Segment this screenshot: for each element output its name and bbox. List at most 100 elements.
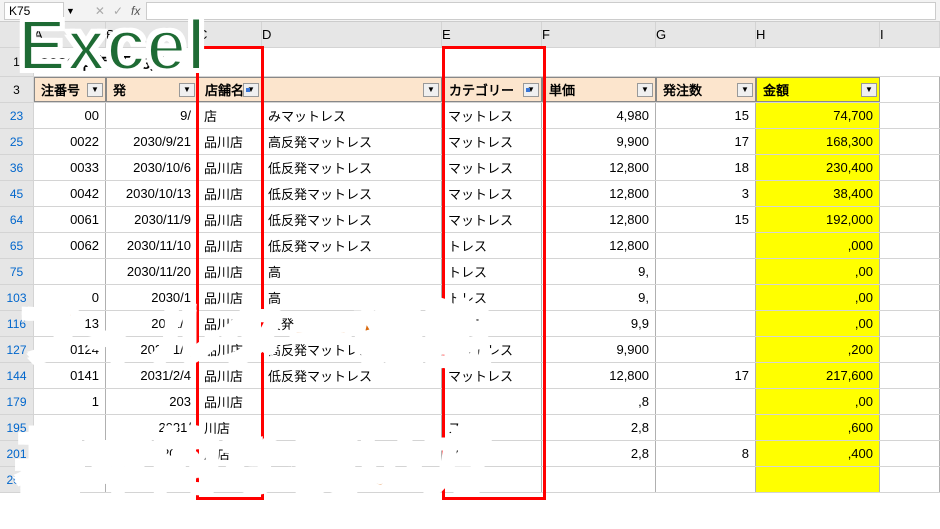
cell-order-no[interactable]: 1 (34, 389, 106, 414)
cell-date[interactable]: 2030/9/21 (106, 129, 198, 154)
name-box[interactable]: K75 (4, 2, 64, 20)
cell-product[interactable] (262, 467, 442, 492)
cell-amount[interactable]: ,400 (756, 441, 880, 466)
cell-category[interactable]: マットレス (442, 337, 542, 362)
filter-dropdown-icon[interactable]: ▼ (637, 83, 653, 97)
cell-category[interactable]: トレス (442, 259, 542, 284)
cell-store[interactable] (198, 467, 262, 492)
cell-product[interactable]: 低反発マットレス (262, 233, 442, 258)
namebox-dropdown-icon[interactable]: ▼ (66, 6, 75, 16)
cell-store[interactable]: 品川店 (198, 181, 262, 206)
col-header-g[interactable]: G (656, 22, 756, 47)
cell[interactable] (880, 415, 940, 440)
cell-price[interactable]: 12,800 (542, 363, 656, 388)
cell-date[interactable]: 2031 (106, 441, 198, 466)
cell[interactable] (880, 233, 940, 258)
col-header-i[interactable]: I (880, 22, 940, 47)
filter-dropdown-icon[interactable]: ▼ (179, 83, 195, 97)
cell[interactable] (880, 467, 940, 492)
cell-qty[interactable] (656, 389, 756, 414)
col-header-h[interactable]: H (756, 22, 880, 47)
cell[interactable] (880, 285, 940, 310)
cell[interactable] (880, 363, 940, 388)
row-header[interactable]: 116 (0, 311, 34, 336)
col-header-c[interactable]: C (198, 22, 262, 47)
cell-amount[interactable]: ,200 (756, 337, 880, 362)
row-header[interactable]: 3 (0, 77, 34, 102)
cell[interactable] (880, 103, 940, 128)
filter-dropdown-icon[interactable]: ▼ (423, 83, 439, 97)
cell-qty[interactable] (656, 337, 756, 362)
cell-category[interactable]: マットレス (442, 181, 542, 206)
row-header[interactable]: 65 (0, 233, 34, 258)
cell-category[interactable]: ス (442, 441, 542, 466)
row-header[interactable]: 45 (0, 181, 34, 206)
cell-product[interactable]: 高 (262, 259, 442, 284)
cell-amount[interactable]: ,000 (756, 233, 880, 258)
cell-category[interactable]: マットレス (442, 103, 542, 128)
row-header[interactable]: 64 (0, 207, 34, 232)
cell-category[interactable]: トレス (442, 311, 542, 336)
cell-price[interactable]: 9, (542, 285, 656, 310)
cell-date[interactable]: 2031/1 (106, 311, 198, 336)
cell-price[interactable]: 12,800 (542, 155, 656, 180)
header-price[interactable]: 単価 ▼ (542, 77, 656, 102)
cell-qty[interactable]: 15 (656, 103, 756, 128)
cell-date[interactable]: 2030/10/13 (106, 181, 198, 206)
cell-product[interactable] (262, 441, 442, 466)
cell-store[interactable]: 品川店 (198, 259, 262, 284)
cell-product[interactable] (262, 415, 442, 440)
cell-price[interactable]: 2,8 (542, 415, 656, 440)
cell-product[interactable]: 低反発マットレス (262, 155, 442, 180)
row-header[interactable]: 23 (0, 103, 34, 128)
cell-price[interactable]: 9, (542, 259, 656, 284)
cell-store[interactable]: 品川店 (198, 285, 262, 310)
filter-dropdown-icon[interactable]: ▼ (861, 83, 877, 97)
col-header-a[interactable]: A (34, 22, 106, 47)
header-date[interactable]: 発 ▼ (106, 77, 198, 102)
cell-date[interactable]: 2030/11/10 (106, 233, 198, 258)
cell-order-no[interactable] (34, 259, 106, 284)
cell-price[interactable]: 9,900 (542, 337, 656, 362)
cell-price[interactable] (542, 467, 656, 492)
cell[interactable] (880, 389, 940, 414)
cell-product[interactable]: 低反発マットレス (262, 181, 442, 206)
cell-product[interactable]: 高反発マットレス (262, 337, 442, 362)
cell-product[interactable]: みマットレス (262, 103, 442, 128)
row-header[interactable]: 127 (0, 337, 34, 362)
cell-amount[interactable]: 74,700 (756, 103, 880, 128)
cell-qty[interactable] (656, 467, 756, 492)
cell-qty[interactable] (656, 311, 756, 336)
cell-price[interactable]: ,8 (542, 389, 656, 414)
cell-amount[interactable]: ,00 (756, 259, 880, 284)
cell-category[interactable]: マットレス (442, 363, 542, 388)
cell[interactable] (880, 311, 940, 336)
header-category[interactable]: カテゴリー ▼ (442, 77, 542, 102)
cell-category[interactable]: マットレス (442, 155, 542, 180)
cell-order-no[interactable]: 0061 (34, 207, 106, 232)
cell[interactable] (880, 77, 940, 102)
cell-category[interactable]: トレス (442, 233, 542, 258)
cell-price[interactable]: 9,9 (542, 311, 656, 336)
cell-qty[interactable] (656, 233, 756, 258)
filter-dropdown-icon[interactable]: ▼ (737, 83, 753, 97)
cell-order-no[interactable]: 0141 (34, 363, 106, 388)
cell-category[interactable]: マットレス (442, 129, 542, 154)
cell-order-no[interactable] (34, 467, 106, 492)
cell-order-no[interactable]: 13 (34, 311, 106, 336)
filter-dropdown-active-icon[interactable]: ▼ (523, 83, 539, 97)
cell-amount[interactable]: ,00 (756, 311, 880, 336)
cell-store[interactable]: 品川店 (198, 233, 262, 258)
cell-amount[interactable]: ,600 (756, 415, 880, 440)
cell-date[interactable]: 9/ (106, 103, 198, 128)
cell-store[interactable]: 品川店 (198, 311, 262, 336)
row-header[interactable]: 195 (0, 415, 34, 440)
cell-price[interactable]: 12,800 (542, 233, 656, 258)
cell-amount[interactable]: 217,600 (756, 363, 880, 388)
cell-store[interactable]: 店 (198, 103, 262, 128)
cell-price[interactable]: 9,900 (542, 129, 656, 154)
cell-product[interactable]: 高反発マットレス (262, 129, 442, 154)
cell[interactable] (880, 129, 940, 154)
col-header-f[interactable]: F (542, 22, 656, 47)
col-header-b[interactable]: B (106, 22, 198, 47)
